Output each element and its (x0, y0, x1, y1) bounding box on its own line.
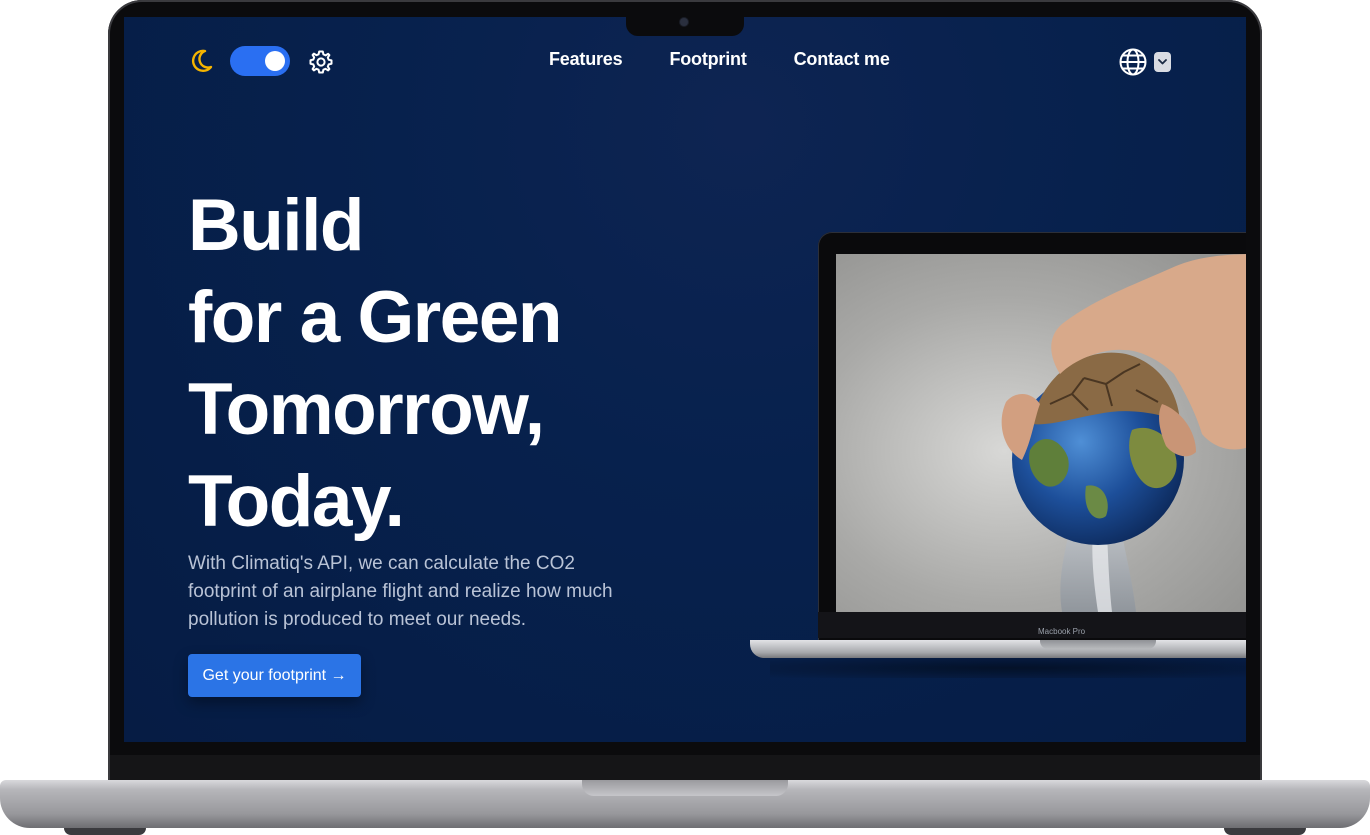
dark-mode-toggle[interactable] (230, 46, 290, 76)
hero-headline: Build for a Green Tomorrow, Today. (188, 180, 708, 548)
laptop-chin (110, 755, 1260, 781)
camera-notch (626, 14, 744, 36)
hero-laptop-chin (818, 612, 1246, 638)
web-page: Features Footprint Contact me Build for … (124, 17, 1246, 742)
hero-laptop-base (750, 640, 1246, 658)
globe-icon[interactable] (1118, 47, 1148, 77)
hero-laptop-notch (1040, 640, 1156, 649)
chevron-down-icon (1158, 59, 1167, 65)
device-label: Macbook Pro (1038, 627, 1086, 636)
nav-links: Features Footprint Contact me (549, 49, 890, 70)
nav-link-contact[interactable]: Contact me (794, 49, 890, 70)
hero-description: With Climatiq's API, we can calculate th… (188, 553, 613, 630)
nav-link-footprint[interactable]: Footprint (669, 49, 746, 70)
laptop-foot-left (64, 828, 146, 835)
language-dropdown[interactable] (1154, 52, 1171, 72)
headline-line-1: Build (188, 185, 364, 266)
laptop-frame: Features Footprint Contact me Build for … (0, 0, 1370, 835)
laptop-shadow (770, 658, 1246, 678)
camera-icon (680, 18, 688, 26)
laptop-base-notch (582, 780, 788, 796)
moon-icon[interactable] (188, 48, 214, 74)
toggle-knob (265, 51, 285, 71)
melting-earth-illustration (1001, 254, 1246, 612)
headline-line-2: for a Green (188, 277, 562, 358)
get-footprint-button[interactable]: Get your footprint → (188, 654, 361, 697)
nav-link-features[interactable]: Features (549, 49, 623, 70)
laptop-foot-right (1224, 828, 1306, 835)
headline-line-3: Tomorrow, (188, 369, 545, 450)
headline-line-4: Today. (188, 461, 405, 542)
hero-image (836, 254, 1246, 612)
gear-icon[interactable] (308, 49, 334, 75)
